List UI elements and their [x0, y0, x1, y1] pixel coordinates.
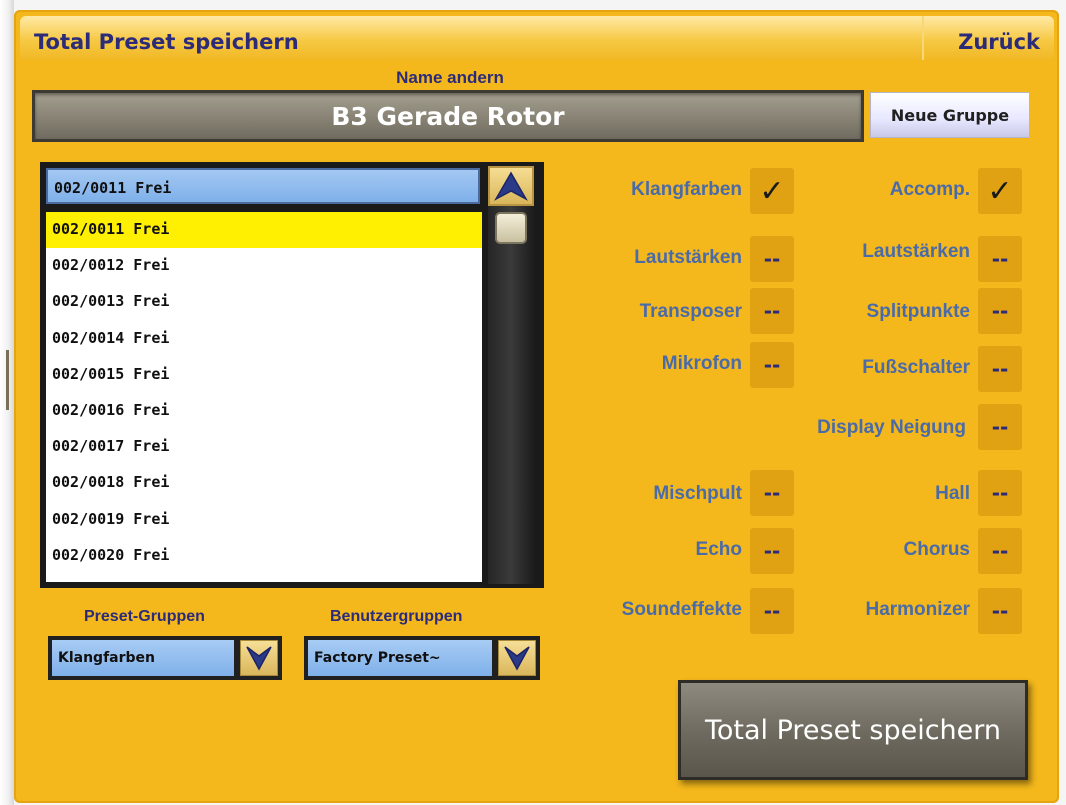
option-label-mischpult: Mischpult [653, 483, 742, 504]
option-toggle-soundeffekte[interactable]: -- [750, 588, 794, 634]
list-item[interactable]: 002/0016 Frei [46, 393, 482, 429]
option-label-splitpunkte: Splitpunkte [866, 301, 970, 322]
option-toggle-chorus[interactable]: -- [978, 528, 1022, 574]
checkmark-icon: ✓ [987, 173, 1013, 209]
option-toggle-mischpult[interactable]: -- [750, 470, 794, 516]
preset-groups-dropdown[interactable]: Klangfarben [48, 636, 282, 680]
name-label: Name andern [396, 68, 504, 87]
user-groups-value: Factory Preset~ [308, 640, 492, 676]
option-toggle-hall[interactable]: -- [978, 470, 1022, 516]
option-label-soundeffekte: Soundeffekte [621, 599, 742, 620]
option-label-lautstaerken-accomp: Lautstärken [862, 241, 970, 262]
option-toggle-lautstaerken[interactable]: -- [750, 236, 794, 282]
dialog-title: Total Preset speichern [34, 30, 299, 54]
list-current-slot[interactable]: 002/0011 Frei [46, 168, 480, 204]
option-toggle-echo[interactable]: -- [750, 528, 794, 574]
scrollbar-thumb[interactable] [495, 212, 527, 244]
arrow-up-icon [494, 171, 528, 201]
option-label-fussschalter: Fußschalter [862, 357, 970, 378]
chevron-down-icon [504, 646, 530, 671]
preset-groups-label: Preset-Gruppen [84, 608, 205, 625]
new-group-button[interactable]: Neue Gruppe [870, 92, 1030, 138]
option-label-harmonizer: Harmonizer [865, 599, 970, 620]
preset-groups-value: Klangfarben [52, 640, 234, 676]
back-button[interactable]: Zurück [922, 16, 1054, 60]
list-item[interactable]: 002/0014 Frei [46, 321, 482, 357]
option-label-accomp: Accomp. [889, 179, 970, 200]
edge-notch [6, 350, 9, 410]
list-item[interactable]: 002/0018 Frei [46, 465, 482, 501]
list-body: 002/0011 Frei 002/0012 Frei 002/0013 Fre… [46, 212, 482, 582]
title-bar: Total Preset speichern Zurück [20, 16, 1054, 60]
user-groups-label: Benutzergruppen [330, 608, 463, 625]
option-label-display-neigung: Display Neigung [817, 417, 966, 438]
chevron-down-icon [246, 646, 272, 671]
window-left-edge [0, 0, 14, 805]
option-label-hall: Hall [935, 483, 970, 504]
option-label-mikrofon: Mikrofon [661, 353, 742, 374]
list-item[interactable]: 002/0019 Frei [46, 502, 482, 538]
option-label-echo: Echo [695, 539, 742, 560]
option-label-chorus: Chorus [903, 539, 971, 560]
option-toggle-lautstaerken-accomp[interactable]: -- [978, 236, 1022, 282]
option-toggle-splitpunkte[interactable]: -- [978, 288, 1022, 334]
preset-name-field[interactable]: B3 Gerade Rotor [32, 90, 864, 142]
list-item[interactable]: 002/0013 Frei [46, 284, 482, 320]
preset-slot-list: 002/0011 Frei 002/0011 Frei 002/0012 Fre… [40, 162, 544, 588]
option-toggle-mikrofon[interactable]: -- [750, 342, 794, 388]
scrollbar-track[interactable] [488, 206, 534, 584]
list-item[interactable]: 002/0015 Frei [46, 357, 482, 393]
list-item[interactable]: 002/0012 Frei [46, 248, 482, 284]
option-toggle-transposer[interactable]: -- [750, 288, 794, 334]
scroll-up-button[interactable] [488, 166, 534, 206]
save-total-preset-button[interactable]: Total Preset speichern [678, 680, 1028, 780]
list-item[interactable]: 002/0017 Frei [46, 429, 482, 465]
list-item[interactable]: 002/0020 Frei [46, 538, 482, 574]
option-toggle-klangfarben[interactable]: ✓ [750, 168, 794, 214]
option-toggle-accomp[interactable]: ✓ [978, 168, 1022, 214]
option-label-transposer: Transposer [639, 301, 742, 322]
checkmark-icon: ✓ [759, 173, 785, 209]
user-groups-dropdown[interactable]: Factory Preset~ [304, 636, 540, 680]
option-toggle-fussschalter[interactable]: -- [978, 346, 1022, 392]
preset-groups-arrow[interactable] [240, 640, 278, 676]
option-toggle-display-neigung[interactable]: -- [978, 404, 1022, 450]
option-toggle-harmonizer[interactable]: -- [978, 588, 1022, 634]
option-label-klangfarben: Klangfarben [631, 179, 742, 200]
user-groups-arrow[interactable] [498, 640, 536, 676]
list-item[interactable]: 002/0011 Frei [46, 212, 482, 249]
option-label-lautstaerken: Lautstärken [634, 247, 742, 268]
